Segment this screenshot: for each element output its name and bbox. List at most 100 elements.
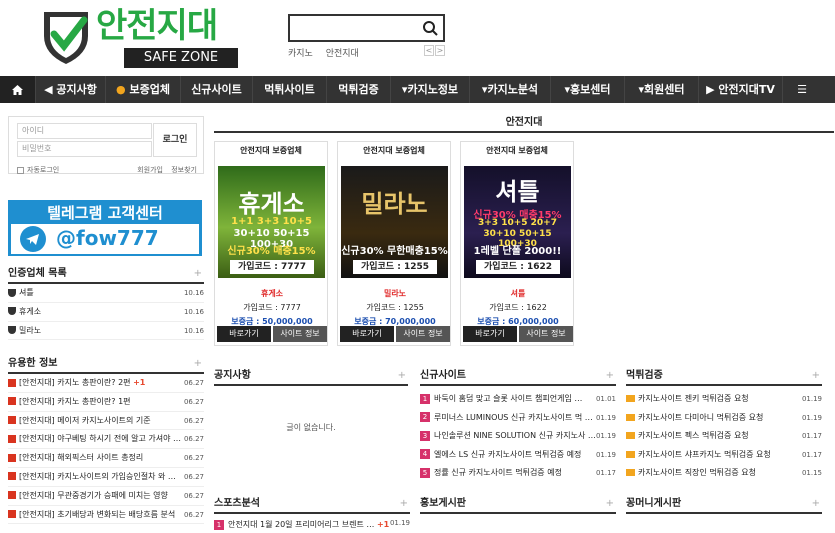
section-title: 신규사이트 + xyxy=(420,366,616,386)
more-plus-icon[interactable]: + xyxy=(812,366,820,386)
chevron-left-icon[interactable]: < xyxy=(424,45,434,56)
partner-name: 휴게소 xyxy=(260,289,284,298)
new-badge-icon xyxy=(8,453,16,462)
more-plus-icon[interactable]: + xyxy=(606,494,614,514)
notice-section: 공지사항 + 글이 없습니다. xyxy=(214,366,408,433)
empty-message: 글이 없습니다. xyxy=(286,423,336,432)
nav-casino-analysis[interactable]: ▾카지노분석 xyxy=(470,76,551,103)
auto-login-checkbox[interactable]: 자동로그인 xyxy=(17,165,59,175)
list-item[interactable]: 1 안전지대 1월 20일 프리미어리그 브렌트 … +1 01.19 xyxy=(214,514,410,533)
play-icon: ▶ xyxy=(706,83,719,96)
section-title: 홍보게시판 + xyxy=(420,494,616,514)
list-item[interactable]: 셔틀 10.16 xyxy=(8,284,204,303)
popular-keywords: 카지노 안전지대 xyxy=(288,46,369,59)
list-item[interactable]: 4 엘에스 LS 신규 카지노사이트 먹튀검증 예정 01.19 xyxy=(420,446,616,465)
list-item[interactable]: 3 나인솔루션 NINE SOLUTION 신규 카지노사 … 01.19 xyxy=(420,427,616,446)
find-info-link[interactable]: 정보찾기 xyxy=(171,166,197,174)
new-badge-icon xyxy=(8,472,16,481)
site-info-button[interactable]: 사이트 정보 xyxy=(519,326,573,342)
keyword-link[interactable]: 안전지대 xyxy=(326,49,359,59)
nav-notice[interactable]: ◀ 공지사항 xyxy=(36,76,106,103)
partners-list-section: 인증업체 목록 + 셔틀 10.16 휴게소 10.16 밀라노 10.16 xyxy=(8,264,204,341)
megaphone-icon: ◀ xyxy=(44,83,57,96)
site-info-button[interactable]: 사이트 정보 xyxy=(396,326,450,342)
list-item[interactable]: 휴게소 10.16 xyxy=(8,303,204,322)
site-info-button[interactable]: 사이트 정보 xyxy=(273,326,327,342)
list-item[interactable]: 카지노사이트 펙스 먹튀검증 요청 01.17 xyxy=(626,427,822,446)
new-sites-list: 1 바둑이 홈덤 맞고 슬롯 사이트 챔피언게임 … 01.01 2 루미너스 LUM… xyxy=(420,386,616,483)
go-button[interactable]: 바로가기 xyxy=(340,326,394,342)
section-title: 꽁머니게시판 + xyxy=(626,494,822,514)
comment-count: +1 xyxy=(376,520,390,529)
list-item[interactable]: 5 정률 신규 카지노사이트 먹튀검증 예정 01.17 xyxy=(420,464,616,483)
shield-icon xyxy=(8,307,16,316)
more-plus-icon[interactable]: + xyxy=(194,264,202,284)
go-button[interactable]: 바로가기 xyxy=(217,326,271,342)
more-plus-icon[interactable]: + xyxy=(398,366,406,386)
useful-info-list: [안전지대] 카지노 총판이란? 2편 +1 06.27 [안전지대] 카지노 총… xyxy=(8,374,204,525)
new-badge-icon xyxy=(8,434,16,443)
id-field[interactable]: 아이디 xyxy=(17,123,152,139)
nav-member-center[interactable]: ▾회원센터 xyxy=(625,76,699,103)
useful-info-section: 유용한 정보 + [안전지대] 카지노 총판이란? 2편 +1 06.27 [안전지… xyxy=(8,354,204,525)
verify-section: 먹튀검증 + 카지노사이트 젠키 먹튀검증 요청 01.19 카지노사이트 다미아니… xyxy=(626,366,822,483)
nav-scam-sites[interactable]: 먹튀사이트 xyxy=(253,76,327,103)
search-input[interactable] xyxy=(290,16,418,40)
free-money-section: 꽁머니게시판 + xyxy=(626,494,822,514)
list-item[interactable]: 카지노사이트 샤프카지노 먹튀검증 요청 01.17 xyxy=(626,446,822,465)
verify-list: 카지노사이트 젠키 먹튀검증 요청 01.19 카지노사이트 다미아니 먹튀검증 … xyxy=(626,386,822,483)
telegram-icon xyxy=(20,226,46,252)
keyword-link[interactable]: 카지노 xyxy=(288,49,313,59)
more-plus-icon[interactable]: + xyxy=(400,494,408,514)
partner-banner[interactable]: 밀라노 신규30% 무한매충15% 가입코드 : 1255 xyxy=(341,166,448,278)
left-column: 아이디 비밀번호 로그인 자동로그인 회원가입 정보찾기 xyxy=(8,116,204,174)
list-item[interactable]: [안전지대] 해외픽스터 사이트 총정리 06.27 xyxy=(8,449,204,468)
search-box xyxy=(288,14,445,42)
nav-verify[interactable]: 먹튀검증 xyxy=(327,76,391,103)
list-item[interactable]: [안전지대] 메이저 카지노사이트의 기준 06.27 xyxy=(8,412,204,431)
search-icon[interactable] xyxy=(419,18,441,38)
shield-check-icon xyxy=(44,12,88,64)
list-item[interactable]: 카지노사이트 젠키 먹튀검증 요청 01.19 xyxy=(626,390,822,409)
more-plus-icon[interactable]: + xyxy=(812,494,820,514)
partner-name: 밀라노 xyxy=(383,289,407,298)
menu-icon[interactable]: ☰ xyxy=(783,76,821,103)
partner-banner[interactable]: 휴게소 1+1 3+3 10+5 30+10 50+15 100+30 신규30… xyxy=(218,166,325,278)
nav-tv[interactable]: ▶ 안전지대TV xyxy=(699,76,783,103)
join-code: 가입코드 : 1622 xyxy=(489,303,547,312)
list-item[interactable]: 카지노사이트 다미아니 먹튀검증 요청 01.19 xyxy=(626,409,822,428)
more-plus-icon[interactable]: + xyxy=(194,354,202,374)
home-icon xyxy=(12,85,23,95)
list-item[interactable]: 밀라노 10.16 xyxy=(8,322,204,341)
list-item[interactable]: [안전지대] 카지노 총판이란? 1편 06.27 xyxy=(8,393,204,412)
join-link[interactable]: 회원가입 xyxy=(137,166,163,174)
site-logo[interactable]: 안전지대 SAFE ZONE xyxy=(36,6,242,68)
partners-list: 셔틀 10.16 휴게소 10.16 밀라노 10.16 xyxy=(8,284,204,341)
go-button[interactable]: 바로가기 xyxy=(463,326,517,342)
new-badge-icon xyxy=(8,491,16,500)
list-item[interactable]: [안전지대] 초기배당과 변화되는 배당흐름 분석 06.27 xyxy=(8,506,204,525)
list-item[interactable]: [안전지대] 무관중경기가 승패에 미치는 영향 06.27 xyxy=(8,487,204,506)
list-item[interactable]: [안전지대] 야구베팅 하시기 전에 알고 가셔야 … 06.27 xyxy=(8,430,204,450)
nav-promo-center[interactable]: ▾홍보센터 xyxy=(551,76,625,103)
nav-home[interactable] xyxy=(0,76,36,103)
telegram-handle: @fow777 xyxy=(56,226,159,250)
password-field[interactable]: 비밀번호 xyxy=(17,141,152,157)
nav-casino-info[interactable]: ▾카지노정보 xyxy=(391,76,470,103)
partner-card: 안전지대 보증업체 셔틀 신규30% 매충15% 3+3 10+5 20+7 3… xyxy=(460,141,574,346)
telegram-banner[interactable]: 텔레그램 고객센터 @fow777 xyxy=(8,200,202,256)
envelope-icon xyxy=(626,469,635,477)
list-item[interactable]: 2 루미너스 LUMINOUS 신규 카지노사이트 먹 … 01.19 xyxy=(420,409,616,428)
login-button[interactable]: 로그인 xyxy=(153,123,197,157)
partner-banner[interactable]: 셔틀 신규30% 매충15% 3+3 10+5 20+7 30+10 50+15… xyxy=(464,166,571,278)
more-plus-icon[interactable]: + xyxy=(606,366,614,386)
nav-new-sites[interactable]: 신규사이트 xyxy=(181,76,253,103)
list-item[interactable]: [안전지대] 카지노 총판이란? 2편 +1 06.27 xyxy=(8,374,204,393)
list-item[interactable]: 카지노사이트 직장인 먹튀검증 요청 01.15 xyxy=(626,464,822,483)
chevron-right-icon[interactable]: > xyxy=(435,45,445,56)
list-item[interactable]: 1 바둑이 홈덤 맞고 슬롯 사이트 챔피언게임 … 01.01 xyxy=(420,390,616,409)
list-item[interactable]: [안전지대] 카지노사이트의 가입승인절차 와 … 06.27 xyxy=(8,468,204,487)
shield-icon xyxy=(8,288,16,297)
nav-partners[interactable]: ● 보증업체 xyxy=(106,76,181,103)
login-box: 아이디 비밀번호 로그인 자동로그인 회원가입 정보찾기 xyxy=(8,116,204,174)
